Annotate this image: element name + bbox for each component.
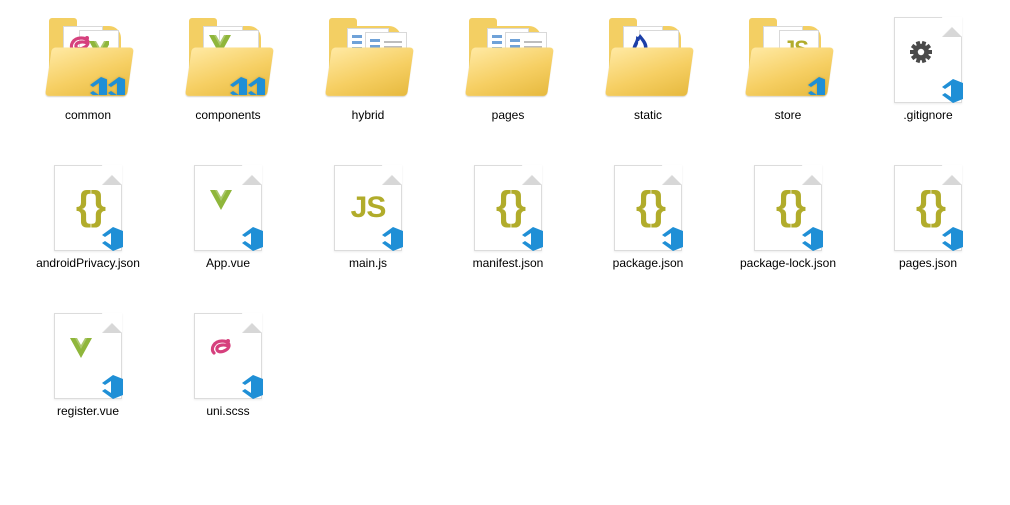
file-icon: JS bbox=[323, 162, 413, 254]
json-icon: { } bbox=[776, 184, 800, 229]
file-item[interactable]: { } pages.json bbox=[858, 162, 998, 310]
file-icon bbox=[883, 14, 973, 106]
vscode-badge-icon bbox=[519, 225, 545, 254]
file-item[interactable]: { } package-lock.json bbox=[718, 162, 858, 310]
folder-icon bbox=[43, 14, 133, 106]
folder-item[interactable]: JS store bbox=[718, 14, 858, 162]
vscode-badge-icon bbox=[799, 225, 825, 254]
vscode-badge-icon bbox=[227, 75, 247, 98]
json-icon: { } bbox=[496, 184, 520, 229]
item-label: main.js bbox=[308, 256, 428, 270]
item-label: uni.scss bbox=[168, 404, 288, 418]
file-icon: { } bbox=[883, 162, 973, 254]
item-label: pages.json bbox=[868, 256, 988, 270]
icon-grid: common components hybrid pages static JS store… bbox=[18, 14, 1010, 458]
item-label: .gitignore bbox=[868, 108, 988, 122]
item-label: static bbox=[588, 108, 708, 122]
file-item[interactable]: App.vue bbox=[158, 162, 298, 310]
item-label: manifest.json bbox=[448, 256, 568, 270]
item-label: register.vue bbox=[28, 404, 148, 418]
file-explorer-view: common components hybrid pages static JS store… bbox=[0, 0, 1010, 505]
item-label: package-lock.json bbox=[728, 256, 848, 270]
file-item[interactable]: uni.scss bbox=[158, 310, 298, 458]
folder-icon: JS bbox=[743, 14, 833, 106]
file-icon bbox=[43, 310, 133, 402]
file-icon: { } bbox=[43, 162, 133, 254]
vue-icon bbox=[208, 187, 248, 230]
js-icon: JS bbox=[351, 191, 386, 225]
vscode-badge-icon bbox=[939, 225, 965, 254]
json-icon: { } bbox=[916, 184, 940, 229]
file-item[interactable]: JS main.js bbox=[298, 162, 438, 310]
vscode-badge-icon bbox=[99, 373, 125, 402]
json-icon: { } bbox=[636, 184, 660, 229]
vscode-badge-icon bbox=[805, 75, 825, 98]
file-item[interactable]: .gitignore bbox=[858, 14, 998, 162]
item-label: androidPrivacy.json bbox=[28, 256, 148, 270]
vue-icon bbox=[68, 335, 108, 378]
file-icon bbox=[183, 162, 273, 254]
item-label: common bbox=[28, 108, 148, 122]
file-item[interactable]: { } androidPrivacy.json bbox=[18, 162, 158, 310]
folder-item[interactable]: common bbox=[18, 14, 158, 162]
folder-item[interactable]: pages bbox=[438, 14, 578, 162]
file-item[interactable]: { } manifest.json bbox=[438, 162, 578, 310]
folder-item[interactable]: components bbox=[158, 14, 298, 162]
file-icon bbox=[183, 310, 273, 402]
sass-icon bbox=[208, 335, 248, 378]
vscode-badge-icon bbox=[239, 225, 265, 254]
folder-icon bbox=[323, 14, 413, 106]
file-icon: { } bbox=[603, 162, 693, 254]
vscode-badge-icon bbox=[659, 225, 685, 254]
file-item[interactable]: register.vue bbox=[18, 310, 158, 458]
vscode-badge-icon bbox=[379, 225, 405, 254]
item-label: App.vue bbox=[168, 256, 288, 270]
folder-icon bbox=[603, 14, 693, 106]
vscode-badge-icon bbox=[87, 75, 107, 98]
folder-icon bbox=[183, 14, 273, 106]
vscode-badge-icon bbox=[939, 77, 965, 106]
item-label: components bbox=[168, 108, 288, 122]
item-label: store bbox=[728, 108, 848, 122]
file-item[interactable]: { } package.json bbox=[578, 162, 718, 310]
gear-icon bbox=[908, 39, 948, 82]
vscode-badge-icon bbox=[99, 225, 125, 254]
json-icon: { } bbox=[76, 184, 100, 229]
folder-item[interactable]: hybrid bbox=[298, 14, 438, 162]
folder-item[interactable]: static bbox=[578, 14, 718, 162]
vscode-badge-icon bbox=[239, 373, 265, 402]
file-icon: { } bbox=[743, 162, 833, 254]
item-label: hybrid bbox=[308, 108, 428, 122]
file-icon: { } bbox=[463, 162, 553, 254]
item-label: pages bbox=[448, 108, 568, 122]
item-label: package.json bbox=[588, 256, 708, 270]
vscode-badge-icon bbox=[105, 75, 125, 98]
folder-icon bbox=[463, 14, 553, 106]
vscode-badge-icon bbox=[245, 75, 265, 98]
